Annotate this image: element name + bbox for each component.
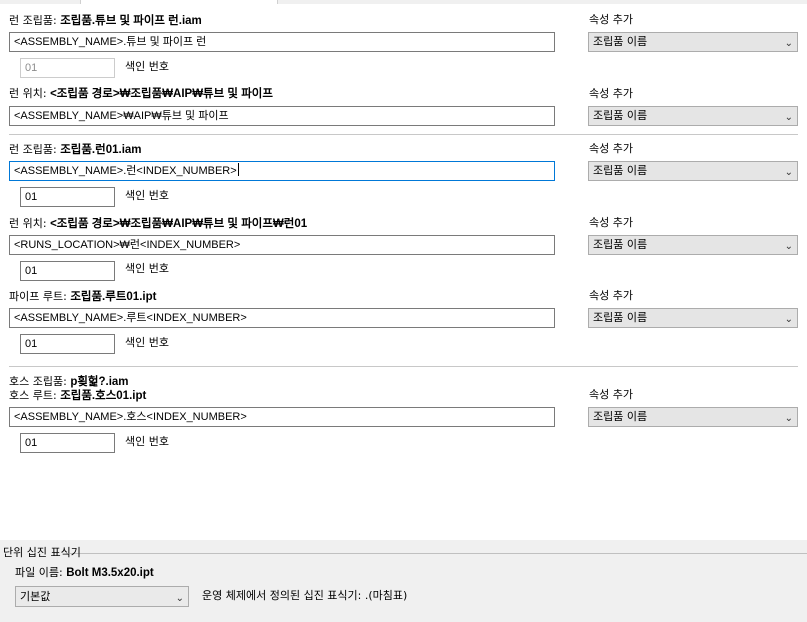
run-sublocation-preview: <조립품 경로>₩조립품₩AIP₩튜브 및 파이프₩런01 bbox=[50, 218, 308, 230]
hose-route-index-label: 색인 번호 bbox=[125, 435, 169, 448]
pipe-route-index-label: 색인 번호 bbox=[125, 336, 169, 349]
pipe-route-label: 파이프 루트: 조립품.루트01.ipt bbox=[9, 290, 157, 303]
run-sublocation-index-label: 색인 번호 bbox=[125, 262, 169, 275]
run-subassembly-label: 런 조립품: 조립품.런01.iam bbox=[9, 143, 142, 156]
decimal-separator-combo[interactable]: 기본값 ⌄ bbox=[15, 586, 189, 607]
run-location-add-property-label: 속성 추가 bbox=[589, 87, 633, 100]
hose-assembly-preview: p횢헕?.iam bbox=[70, 376, 129, 388]
run-sublocation-property-select[interactable]: 조립품 이름 ⌄ bbox=[588, 235, 798, 255]
run-sublocation-expression-field[interactable]: <RUNS_LOCATION>₩런<INDEX_NUMBER> bbox=[9, 235, 555, 255]
run-subassembly-expression-field[interactable]: <ASSEMBLY_NAME>.런<INDEX_NUMBER> bbox=[9, 161, 555, 181]
pipe-route-expression-field[interactable]: <ASSEMBLY_NAME>.루트<INDEX_NUMBER> bbox=[9, 308, 555, 328]
run-sublocation-label: 런 위치: <조립품 경로>₩조립품₩AIP₩튜브 및 파이프₩런01 bbox=[9, 217, 308, 230]
run-sublocation-index-input[interactable]: 01 bbox=[20, 261, 115, 281]
pipe-route-add-property-label: 속성 추가 bbox=[589, 289, 633, 302]
hose-route-label: 호스 루트: 조립품.호스01.ipt bbox=[9, 389, 147, 402]
run-assembly-label: 런 조립품: 조립품.튜브 및 파이프 런.iam bbox=[9, 14, 202, 27]
hose-route-preview: 조립품.호스01.ipt bbox=[60, 390, 147, 402]
pipe-route-preview: 조립품.루트01.ipt bbox=[70, 291, 157, 303]
run-location-property-select[interactable]: 조립품 이름 ⌄ bbox=[588, 106, 798, 126]
file-name-label: 파일 이름: Bolt M3.5x20.ipt bbox=[15, 566, 154, 579]
run-assembly-index-input: 01 bbox=[20, 58, 115, 78]
chevron-down-icon: ⌄ bbox=[784, 38, 793, 49]
chevron-down-icon: ⌄ bbox=[175, 593, 184, 604]
active-tab[interactable] bbox=[80, 0, 278, 4]
hose-route-expression-field[interactable]: <ASSEMBLY_NAME>.호스<INDEX_NUMBER> bbox=[9, 407, 555, 427]
section-divider bbox=[9, 366, 798, 367]
run-subassembly-add-property-label: 속성 추가 bbox=[589, 142, 633, 155]
run-location-label: 런 위치: <조립품 경로>₩조립품₩AIP₩튜브 및 파이프 bbox=[9, 87, 273, 100]
chevron-down-icon: ⌄ bbox=[784, 241, 793, 252]
decimal-separator-group-title: 단위 십진 표식기 bbox=[3, 546, 81, 559]
hose-route-property-select[interactable]: 조립품 이름 ⌄ bbox=[588, 407, 798, 427]
hose-route-add-property-label: 속성 추가 bbox=[589, 388, 633, 401]
run-assembly-preview: 조립품.튜브 및 파이프 런.iam bbox=[60, 15, 202, 27]
run-subassembly-property-select[interactable]: 조립품 이름 ⌄ bbox=[588, 161, 798, 181]
run-subassembly-index-input[interactable]: 01 bbox=[20, 187, 115, 207]
section-divider bbox=[9, 134, 798, 135]
run-location-preview: <조립품 경로>₩조립품₩AIP₩튜브 및 파이프 bbox=[50, 88, 273, 100]
chevron-down-icon: ⌄ bbox=[784, 314, 793, 325]
run-subassembly-preview: 조립품.런01.iam bbox=[60, 144, 142, 156]
hose-assembly-label: 호스 조립품: p횢헕?.iam bbox=[9, 375, 129, 388]
run-assembly-expression-field[interactable]: <ASSEMBLY_NAME>.튜브 및 파이프 런 bbox=[9, 32, 555, 52]
file-name-value: Bolt M3.5x20.ipt bbox=[66, 567, 154, 579]
pipe-route-property-select[interactable]: 조립품 이름 ⌄ bbox=[588, 308, 798, 328]
run-location-expression-field[interactable]: <ASSEMBLY_NAME>₩AIP₩튜브 및 파이프 bbox=[9, 106, 555, 126]
chevron-down-icon: ⌄ bbox=[784, 112, 793, 123]
hose-route-index-input[interactable]: 01 bbox=[20, 433, 115, 453]
text-cursor bbox=[237, 163, 239, 176]
run-assembly-add-property-label: 속성 추가 bbox=[589, 13, 633, 26]
pipe-route-index-input[interactable]: 01 bbox=[20, 334, 115, 354]
run-assembly-index-label: 색인 번호 bbox=[125, 60, 169, 73]
chevron-down-icon: ⌄ bbox=[784, 167, 793, 178]
run-subassembly-index-label: 색인 번호 bbox=[125, 189, 169, 202]
run-assembly-property-select[interactable]: 조립품 이름 ⌄ bbox=[588, 32, 798, 52]
os-decimal-separator-text: 운영 체제에서 정의된 십진 표식기: .(마침표) bbox=[202, 589, 408, 602]
group-border bbox=[66, 553, 807, 554]
chevron-down-icon: ⌄ bbox=[784, 413, 793, 424]
run-sublocation-add-property-label: 속성 추가 bbox=[589, 216, 633, 229]
